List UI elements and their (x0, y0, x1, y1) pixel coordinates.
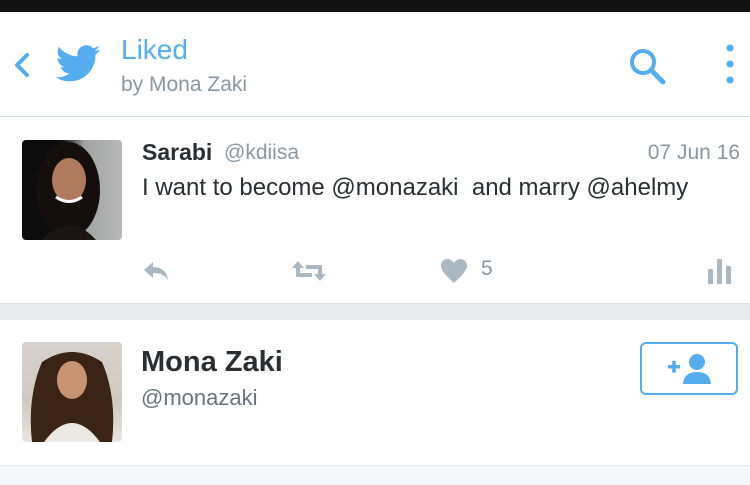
add-user-icon (668, 354, 711, 384)
status-bar (0, 0, 750, 12)
heart-icon[interactable] (440, 257, 468, 285)
page-title: Liked (121, 34, 188, 65)
user-card[interactable]: Mona Zaki @monazaki (0, 320, 750, 466)
app-header: Liked by Mona Zaki (0, 12, 750, 117)
avatar[interactable] (22, 342, 122, 442)
search-icon[interactable] (626, 45, 668, 87)
more-vertical-icon[interactable] (718, 40, 742, 88)
avatar-photo (30, 352, 114, 442)
list-footer (0, 466, 750, 485)
retweet-icon[interactable] (290, 257, 328, 285)
tweet-author-name[interactable]: Sarabi (142, 139, 212, 166)
tweet[interactable]: Sarabi @kdiisa 07 Jun 16 I want to becom… (0, 117, 750, 303)
tweet-date: 07 Jun 16 (647, 141, 740, 164)
tweet-text: I want to become @monazaki and marry @ah… (142, 174, 689, 201)
bar-chart-icon[interactable] (706, 257, 734, 285)
section-divider (0, 303, 750, 320)
user-name[interactable]: Mona Zaki (141, 346, 283, 379)
like-count: 5 (481, 257, 493, 280)
avatar[interactable] (22, 140, 122, 240)
chevron-left-icon[interactable] (10, 52, 36, 78)
user-handle: @monazaki (141, 385, 258, 410)
avatar-photo (36, 142, 100, 240)
page-subtitle: by Mona Zaki (121, 73, 248, 96)
reply-icon[interactable] (141, 257, 171, 285)
twitter-bird-icon (55, 45, 100, 82)
tweet-author-handle[interactable]: @kdiisa (224, 141, 299, 165)
follow-button[interactable] (640, 342, 738, 395)
